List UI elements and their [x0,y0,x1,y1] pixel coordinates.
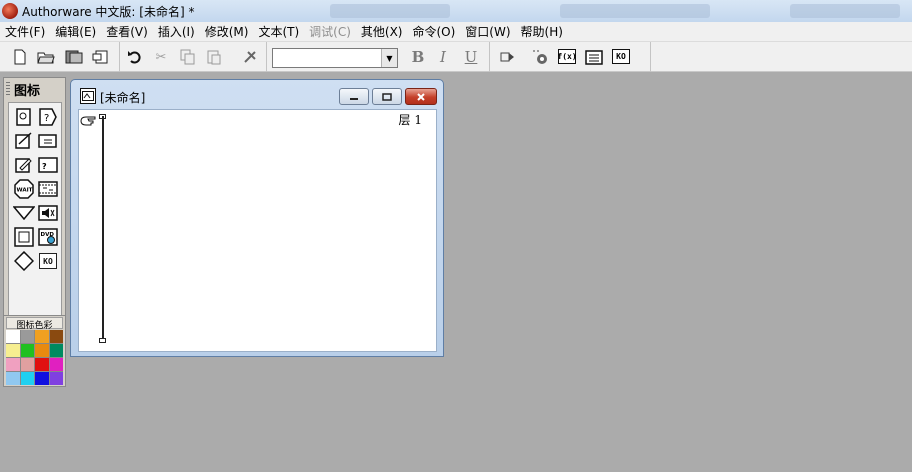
blurred-title-region [560,4,710,18]
movie-icon[interactable] [37,179,59,199]
grip-handle-icon[interactable] [6,82,10,96]
color-swatch[interactable] [35,372,49,385]
design-window: [未命名] 层 1 [70,79,444,357]
layer-label: 层 1 [398,113,422,127]
color-swatch[interactable] [20,358,34,371]
close-button[interactable] [405,88,437,105]
design-window-title: [未命名] [100,91,146,105]
icon-color-palette: 图标色彩 [3,315,66,387]
toolbar-separator [650,42,651,72]
toolbar: ✂ ▼ B I U f(x) KO [0,42,912,72]
find-icon[interactable] [240,47,260,67]
decision-icon[interactable]: ? [37,107,59,127]
minimize-button[interactable] [339,88,369,105]
icon-color-label: 图标色彩 [6,317,63,331]
menu-insert[interactable]: 插入(I) [153,23,200,40]
design-window-icon[interactable] [80,88,96,104]
toolbar-separator [489,42,490,72]
main-flowline[interactable] [102,116,104,342]
color-swatch[interactable] [20,372,34,385]
color-swatch[interactable] [6,358,20,371]
copy-icon[interactable] [178,47,198,67]
ko-label: KO [39,253,57,269]
font-select[interactable]: ▼ [272,48,398,68]
dvd-icon[interactable]: DVD [37,227,59,247]
interaction-icon[interactable]: ? [37,155,59,175]
framework-icon[interactable] [13,227,35,247]
wait-icon[interactable]: WAIT [13,179,35,199]
bold-button[interactable]: B [408,47,428,67]
flowline-bottom-cap [99,338,106,343]
color-swatch[interactable] [6,344,20,357]
decision-diamond-icon[interactable] [13,251,35,271]
open-folder-icon[interactable] [36,47,56,67]
knowledge-object-palette-icon[interactable]: KO [37,251,59,271]
paste-hand-icon [80,114,98,132]
functions-icon[interactable]: f(x) [557,49,577,64]
italic-button[interactable]: I [433,47,453,67]
menu-edit[interactable]: 编辑(E) [50,23,101,40]
run-icon[interactable] [498,47,518,67]
color-swatch[interactable] [20,344,34,357]
underline-button[interactable]: U [461,47,481,67]
calculation-icon[interactable] [37,131,59,151]
color-swatch-grid [6,330,63,385]
sound-icon[interactable] [37,203,59,223]
color-swatch[interactable] [6,330,20,343]
color-swatch[interactable] [35,330,49,343]
svg-text:?: ? [44,113,49,124]
color-swatch[interactable] [20,330,34,343]
new-file-icon[interactable] [10,47,30,67]
menu-command[interactable]: 命令(O) [407,23,460,40]
color-swatch[interactable] [35,344,49,357]
svg-text:?: ? [42,162,47,171]
color-swatch[interactable] [49,372,63,385]
color-swatch[interactable] [49,330,63,343]
paste-icon[interactable] [204,47,224,67]
toolbar-separator [266,42,267,72]
menu-modify[interactable]: 修改(M) [200,23,254,40]
save-all-icon[interactable] [64,47,84,67]
color-swatch[interactable] [6,372,20,385]
color-swatch[interactable] [49,358,63,371]
undo-icon[interactable] [125,47,145,67]
variables-icon[interactable] [584,47,604,67]
menu-window[interactable]: 窗口(W) [460,23,515,40]
title-bar: Authorware 中文版: [未命名] * [0,0,912,22]
menu-other[interactable]: 其他(X) [356,23,408,40]
blurred-title-region [790,4,900,18]
toolbar-separator [119,42,120,72]
knowledge-object-icon[interactable]: KO [612,49,630,64]
menu-help[interactable]: 帮助(H) [516,23,568,40]
flowline-canvas[interactable]: 层 1 [78,109,437,352]
menu-text[interactable]: 文本(T) [253,23,304,40]
erase-icon[interactable] [13,155,35,175]
color-swatch[interactable] [49,344,63,357]
dropdown-arrow-icon[interactable]: ▼ [381,49,397,67]
navigate-icon[interactable] [13,203,35,223]
restore-button[interactable] [372,88,402,105]
wait-label: WAIT [17,188,33,194]
import-icon[interactable] [90,47,110,67]
menu-debug[interactable]: 调试(C) [304,23,356,40]
blurred-title-region [330,4,450,18]
motion-icon[interactable] [13,131,35,151]
display-icon[interactable] [13,107,35,127]
palette-header[interactable]: 图标 [6,80,63,99]
palette-title: 图标 [14,83,41,99]
color-swatch[interactable] [35,358,49,371]
authorware-app-icon[interactable] [2,3,18,19]
control-panel-icon[interactable] [530,47,550,67]
window-title: Authorware 中文版: [未命名] * [22,4,195,19]
menu-file[interactable]: 文件(F) [0,23,50,40]
cut-icon[interactable]: ✂ [151,47,171,67]
menu-view[interactable]: 查看(V) [101,23,153,40]
menu-bar: 文件(F) 编辑(E) 查看(V) 插入(I) 修改(M) 文本(T) 调试(C… [0,22,912,42]
